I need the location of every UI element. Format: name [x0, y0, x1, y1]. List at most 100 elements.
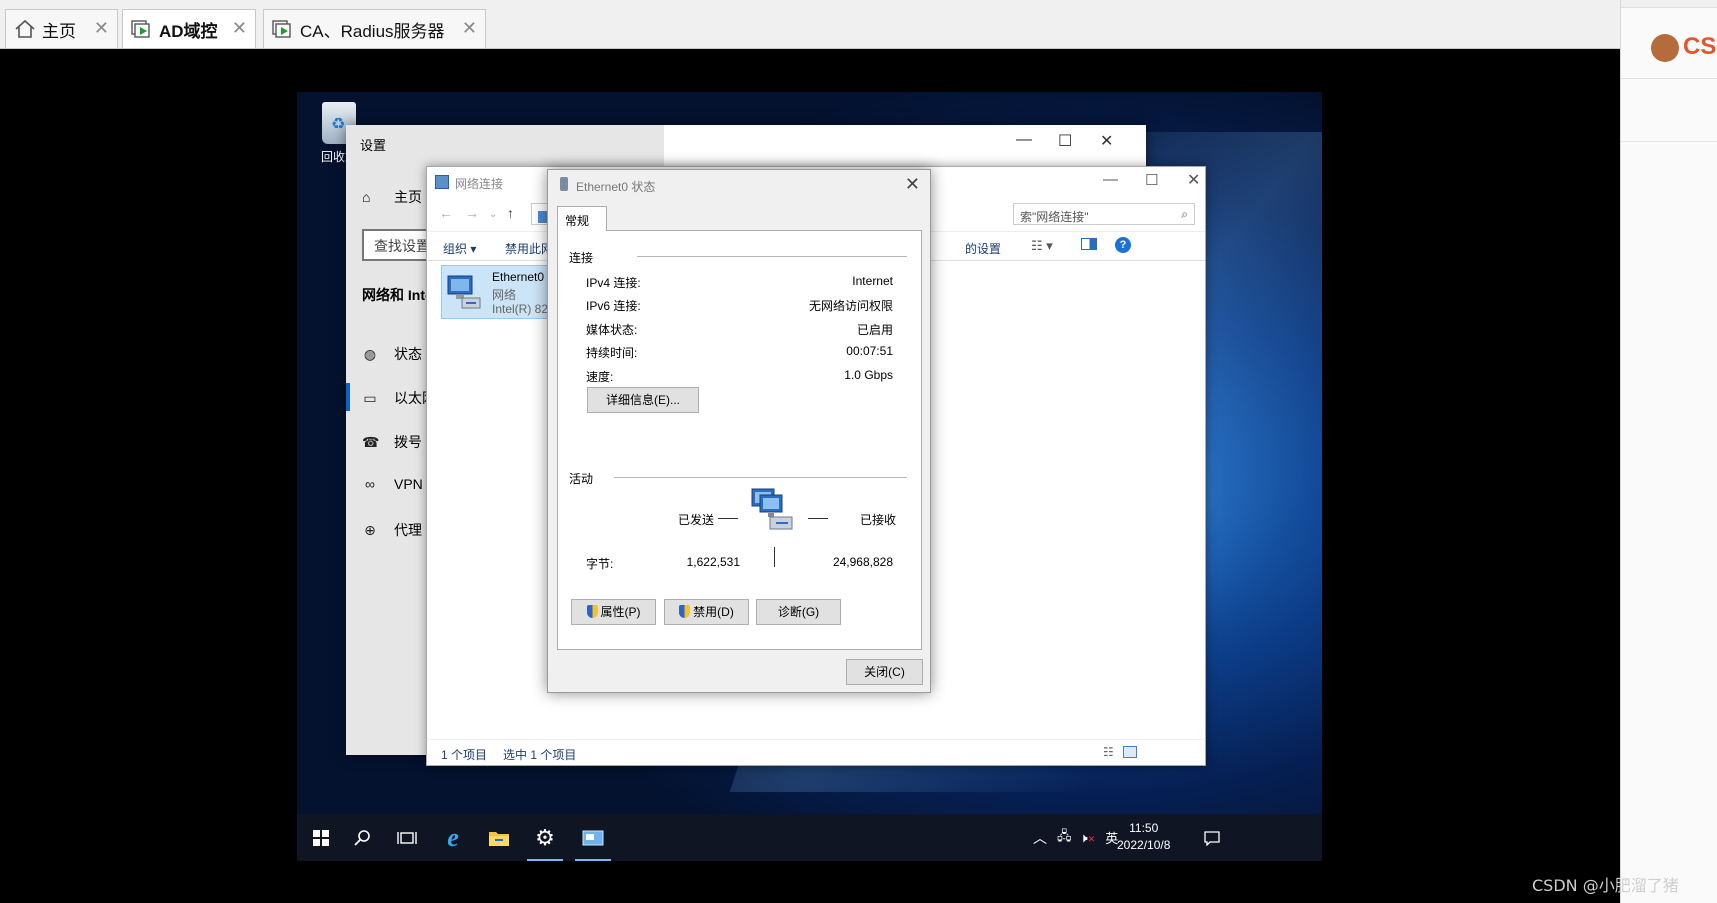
group-connection-label: 连接 — [569, 251, 594, 265]
organize-button[interactable]: 组织 ▾ — [443, 240, 476, 257]
globe-icon: ◍ — [363, 345, 377, 362]
volume-muted-icon[interactable]: 🕨✕ — [1080, 830, 1096, 846]
close-icon[interactable]: ✕ — [905, 174, 920, 195]
close-icon[interactable]: ✕ — [1187, 170, 1200, 190]
nav-proxy[interactable]: ⊕ 代理 — [362, 520, 422, 540]
tab-ad-domain[interactable]: AD域控 ✕ — [122, 9, 256, 48]
disable-button[interactable]: 禁用(D) — [664, 599, 749, 625]
details-view-icon[interactable]: ☷ — [1103, 745, 1114, 759]
bytes-divider — [774, 547, 775, 567]
disable-label: 禁用(D) — [693, 605, 734, 619]
close-button[interactable]: 关闭(C) — [846, 659, 923, 685]
maximize-icon[interactable]: ☐ — [1145, 171, 1158, 189]
help-icon[interactable]: ? — [1115, 237, 1131, 253]
search-icon: ⌕ — [1181, 207, 1188, 221]
general-panel: 连接 IPv4 连接: Internet IPv6 连接: 无网络访问权限 媒体… — [557, 230, 922, 650]
ethernet-status-dialog: Ethernet0 状态 ✕ 常规 连接 IPv4 连接: Internet I… — [547, 169, 931, 693]
windows-logo-icon — [313, 829, 329, 846]
close-icon[interactable]: ✕ — [1100, 131, 1113, 151]
search-button[interactable] — [339, 814, 387, 861]
details-button[interactable]: 详细信息(E)... — [587, 387, 699, 413]
properties-label: 属性(P) — [600, 605, 641, 619]
tab-label: 主页 — [42, 21, 76, 41]
tiles-view-icon[interactable] — [1123, 746, 1137, 758]
network-status-icon[interactable]: 🖧 — [1057, 827, 1072, 849]
vm-play-icon — [131, 19, 153, 39]
connection-name: Ethernet0 — [492, 270, 545, 284]
vpn-icon: ∞ — [365, 476, 375, 492]
close-icon[interactable]: ✕ — [94, 18, 109, 39]
nav-label: VPN — [394, 476, 423, 492]
change-settings-button[interactable]: 的设置 — [965, 240, 1001, 257]
ie-icon: e — [447, 822, 459, 852]
speed-value: 1.0 Gbps — [844, 368, 893, 382]
chevron-down-icon[interactable]: ⌄ — [489, 209, 497, 220]
close-icon[interactable]: ✕ — [232, 18, 247, 39]
ipv4-value: Internet — [852, 274, 893, 288]
back-icon[interactable]: ← — [439, 205, 453, 221]
chevron-up-icon[interactable]: ︿ — [1033, 828, 1047, 848]
vm-desktop: 回收站 设置 — ☐ ✕ ⌂ 主页 查找设置 网络和 Inte ◍ 状态 ▭ 以… — [297, 92, 1322, 861]
taskbar-clock[interactable]: 11:50 2022/10/8 — [1117, 820, 1170, 854]
network-activity-icon — [751, 488, 793, 530]
diagnose-button[interactable]: 诊断(G) — [756, 599, 841, 625]
mascot-icon — [1651, 34, 1679, 62]
minimize-icon[interactable]: — — [1016, 131, 1032, 149]
preview-pane-icon[interactable] — [1081, 238, 1097, 250]
ie-button[interactable]: e — [429, 814, 477, 861]
csdn-logo[interactable]: CS — [1683, 33, 1716, 61]
gear-icon: ⚙ — [535, 824, 555, 850]
tab-ca-radius[interactable]: CA、Radius服务器 ✕ — [263, 9, 486, 48]
selected-indicator — [346, 383, 350, 411]
network-taskbar-button[interactable] — [569, 814, 617, 861]
notification-icon — [1204, 830, 1220, 846]
search-text: 索"网络连接" — [1020, 210, 1089, 224]
control-panel-icon — [582, 830, 604, 845]
duration-value: 00:07:51 — [846, 344, 893, 358]
close-icon[interactable]: ✕ — [462, 18, 477, 39]
divider — [637, 256, 907, 257]
home-icon — [14, 19, 36, 39]
media-state-value: 已启用 — [856, 323, 893, 337]
taskbar: e ⚙ ︿ 🖧 🕨✕ 英 11:50 2022/10/8 — [297, 814, 1322, 861]
window-title: 网络连接 — [455, 177, 504, 191]
item-count: 1 个项目 — [441, 748, 488, 762]
ipv6-value: 无网络访问权限 — [808, 299, 893, 313]
nav-label: 拨号 — [394, 434, 422, 450]
nav-dialup[interactable]: ☎ 拨号 — [362, 432, 422, 452]
nav-vpn[interactable]: ∞ VPN — [362, 476, 423, 492]
tab-home[interactable]: 主页 ✕ — [5, 9, 118, 48]
search-input[interactable]: 索"网络连接" ⌕ — [1013, 203, 1195, 225]
window-title: 设置 — [360, 138, 387, 153]
nav-status[interactable]: ◍ 状态 — [362, 344, 422, 364]
vmware-tab-bar: 主页 ✕ AD域控 ✕ CA、Radius服务器 ✕ — [0, 0, 1620, 49]
nav-label: 状态 — [394, 346, 422, 362]
network-folder-icon — [435, 175, 449, 189]
properties-button[interactable]: 属性(P) — [571, 599, 656, 625]
minimize-icon[interactable]: — — [1103, 171, 1118, 188]
csdn-watermark: CSDN @小肥溜了猪 — [1532, 876, 1679, 895]
connection-network: 网络 — [492, 288, 517, 302]
file-explorer-button[interactable] — [475, 814, 523, 861]
search-icon — [354, 829, 370, 846]
bytes-label: 字节: — [586, 557, 614, 571]
dialog-title: Ethernet0 状态 — [576, 180, 656, 194]
nav-ethernet[interactable]: ▭ 以太网 — [362, 388, 436, 408]
ipv4-label: IPv4 连接: — [586, 276, 641, 290]
forward-icon[interactable]: → — [465, 205, 479, 221]
bytes-sent-value: 1,622,531 — [686, 555, 740, 569]
bytes-received-value: 24,968,828 — [832, 555, 893, 569]
tab-label: CA、Radius服务器 — [300, 21, 445, 41]
task-view-button[interactable] — [383, 814, 431, 861]
network-adapter-icon — [447, 275, 481, 309]
settings-home[interactable]: ⌂ 主页 — [362, 187, 422, 207]
group-activity-label: 活动 — [569, 472, 594, 486]
tab-general[interactable]: 常规 — [557, 206, 607, 231]
maximize-icon[interactable]: ☐ — [1058, 131, 1072, 151]
sent-line — [718, 518, 738, 519]
up-icon[interactable]: ↑ — [507, 205, 514, 221]
settings-taskbar-button[interactable]: ⚙ — [521, 814, 569, 861]
action-center-button[interactable] — [1188, 814, 1236, 861]
start-button[interactable] — [297, 814, 345, 861]
view-options-icon[interactable]: ☷ ▾ — [1031, 238, 1053, 254]
